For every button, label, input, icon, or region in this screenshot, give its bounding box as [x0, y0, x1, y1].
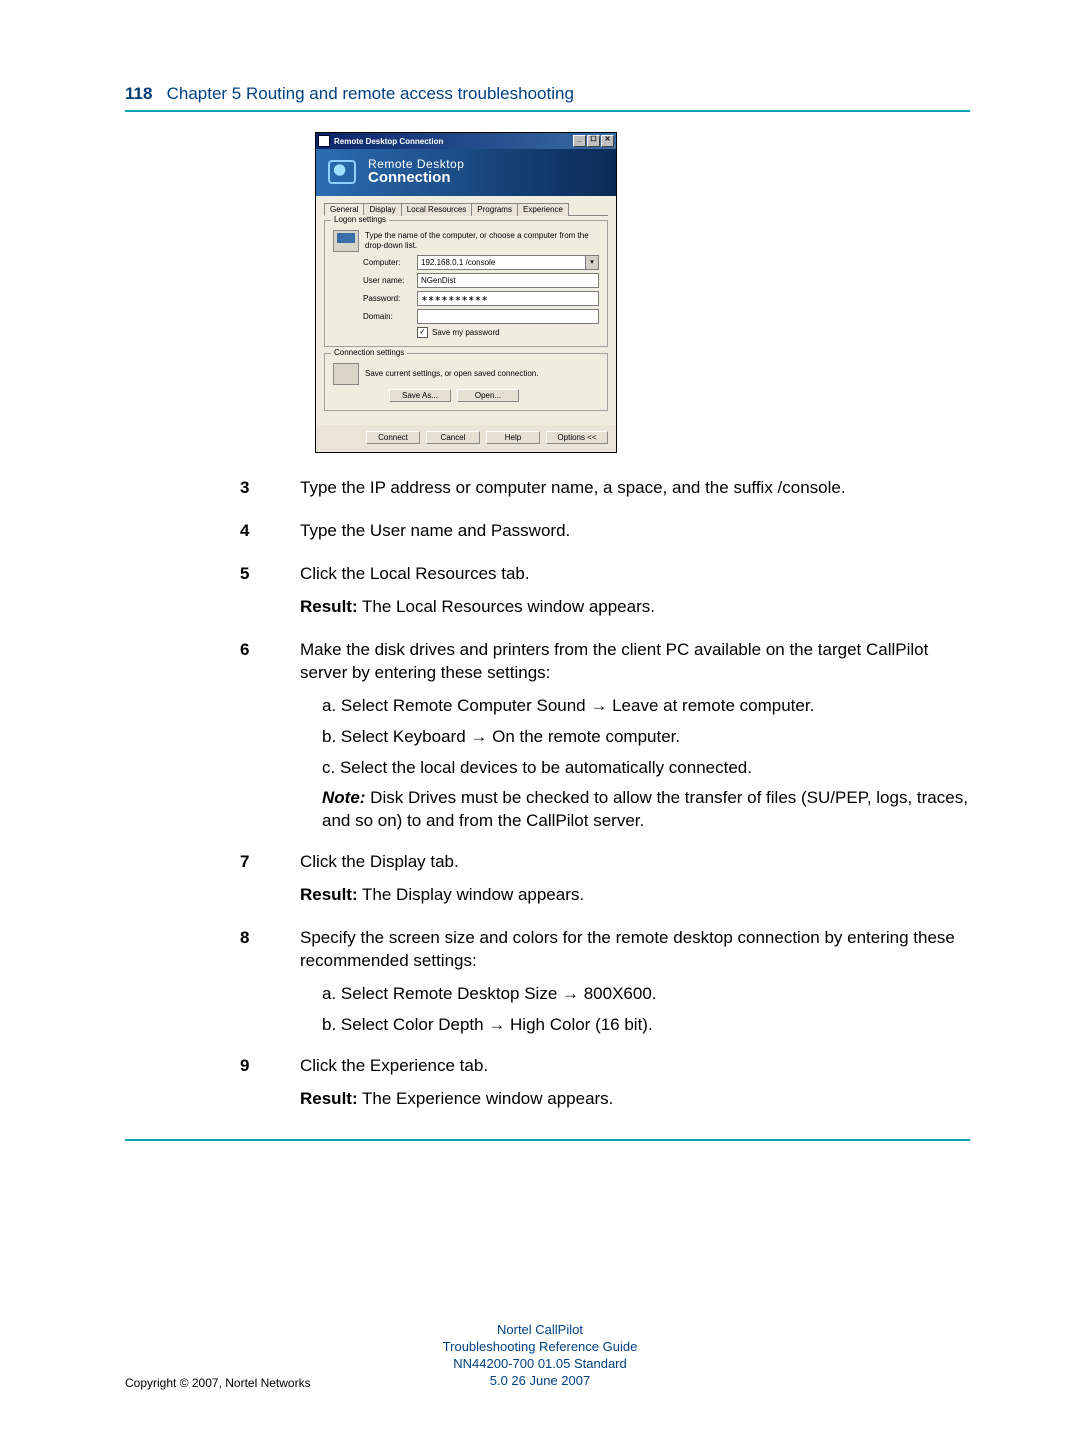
titlebar: Remote Desktop Connection _ ☐ ✕ [316, 133, 616, 149]
computer-label: Computer: [333, 258, 417, 267]
step-text: Type the User name and Password. [300, 520, 970, 543]
header-rule [125, 110, 970, 112]
step-4: 4 Type the User name and Password. [125, 520, 970, 553]
connection-settings-group: Connection settings Save current setting… [324, 353, 608, 411]
step-8a: a. Select Remote Desktop Size → 800X600. [322, 983, 970, 1006]
rdc-logo-icon [326, 158, 358, 186]
folder-icon [333, 363, 359, 385]
page-header: 118 Chapter 5 Routing and remote access … [125, 84, 970, 104]
computer-icon [333, 230, 359, 252]
save-password-label: Save my password [432, 328, 500, 337]
domain-label: Domain: [333, 312, 417, 321]
banner: Remote Desktop Connection [316, 149, 616, 196]
app-icon [318, 135, 330, 147]
minimize-icon[interactable]: _ [573, 135, 586, 147]
footer-rule [125, 1139, 970, 1141]
rdc-screenshot: Remote Desktop Connection _ ☐ ✕ Remote D… [315, 132, 970, 453]
rdc-window: Remote Desktop Connection _ ☐ ✕ Remote D… [315, 132, 617, 453]
window-title: Remote Desktop Connection [334, 137, 443, 146]
step-text: Click the Local Resources tab. [300, 563, 970, 586]
connect-button[interactable]: Connect [366, 431, 420, 444]
tab-local-resources[interactable]: Local Resources [401, 203, 473, 216]
copyright: Copyright © 2007, Nortel Networks [125, 1376, 311, 1390]
tab-experience[interactable]: Experience [517, 203, 569, 216]
step-6: 6 Make the disk drives and printers from… [125, 639, 970, 842]
logon-instruction: Type the name of the computer, or choose… [365, 231, 599, 251]
logon-settings-group: Logon settings Type the name of the comp… [324, 220, 608, 347]
page-number: 118 [125, 84, 152, 103]
step-3: 3 Type the IP address or computer name, … [125, 477, 970, 510]
logon-legend: Logon settings [331, 215, 389, 224]
tab-programs[interactable]: Programs [471, 203, 518, 216]
computer-input[interactable]: 192.168.0.1 /console ▾ [417, 255, 599, 270]
step-result: Result: The Display window appears. [300, 884, 970, 907]
chapter-title: Chapter 5 Routing and remote access trou… [167, 84, 574, 103]
open-button[interactable]: Open... [457, 389, 519, 402]
username-input[interactable]: NGenDist [417, 273, 599, 288]
username-label: User name: [333, 276, 417, 285]
conn-instruction: Save current settings, or open saved con… [365, 369, 538, 379]
step-6b: b. Select Keyboard → On the remote compu… [322, 726, 970, 749]
save-as-button[interactable]: Save As... [389, 389, 451, 402]
password-input[interactable]: ∗∗∗∗∗∗∗∗∗∗ [417, 291, 599, 306]
help-button[interactable]: Help [486, 431, 540, 444]
cancel-button[interactable]: Cancel [426, 431, 480, 444]
step-8b: b. Select Color Depth → High Color (16 b… [322, 1014, 970, 1037]
domain-input[interactable] [417, 309, 599, 324]
banner-line2: Connection [368, 169, 464, 186]
step-text: Click the Experience tab. [300, 1055, 970, 1078]
step-5: 5 Click the Local Resources tab. Result:… [125, 563, 970, 629]
save-password-checkbox[interactable]: ✓ [417, 327, 428, 338]
chevron-down-icon[interactable]: ▾ [585, 256, 598, 269]
step-8: 8 Specify the screen size and colors for… [125, 927, 970, 1045]
step-6c: c. Select the local devices to be automa… [322, 757, 970, 780]
step-text: Click the Display tab. [300, 851, 970, 874]
step-9: 9 Click the Experience tab. Result: The … [125, 1055, 970, 1121]
tab-strip: General Display Local Resources Programs… [324, 202, 608, 216]
maximize-icon[interactable]: ☐ [587, 135, 600, 147]
step-list: 3 Type the IP address or computer name, … [125, 477, 970, 1121]
password-label: Password: [333, 294, 417, 303]
conn-legend: Connection settings [331, 348, 407, 357]
step-text: Make the disk drives and printers from t… [300, 639, 970, 685]
step-result: Result: The Experience window appears. [300, 1088, 970, 1111]
step-result: Result: The Local Resources window appea… [300, 596, 970, 619]
step-7: 7 Click the Display tab. Result: The Dis… [125, 851, 970, 917]
step-6a: a. Select Remote Computer Sound → Leave … [322, 695, 970, 718]
options-button[interactable]: Options << [546, 431, 608, 444]
step-text: Type the IP address or computer name, a … [300, 477, 970, 500]
close-icon[interactable]: ✕ [601, 135, 614, 147]
step-6-note: Note: Disk Drives must be checked to all… [322, 787, 970, 833]
step-text: Specify the screen size and colors for t… [300, 927, 970, 973]
